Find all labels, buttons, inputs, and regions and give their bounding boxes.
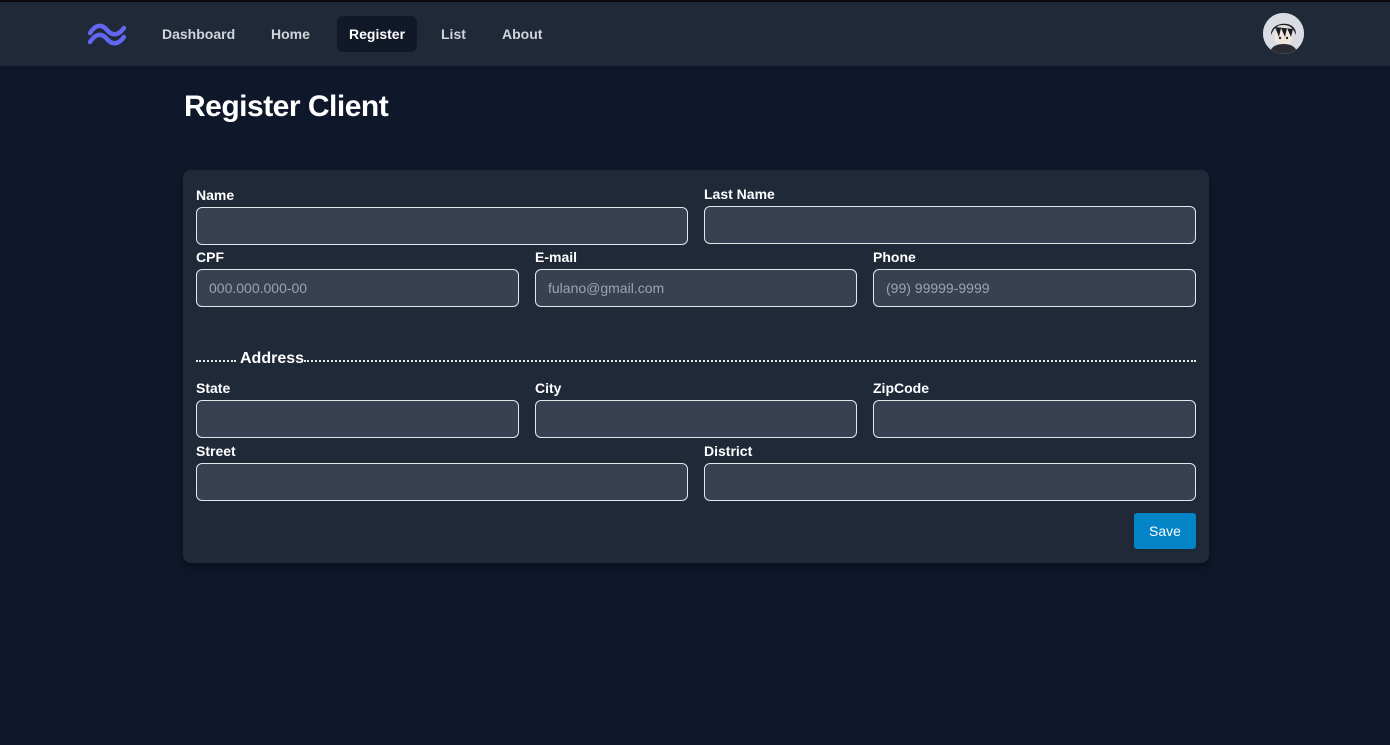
zipcode-input[interactable] [873, 400, 1196, 438]
last-name-input[interactable] [704, 206, 1196, 244]
page-title: Register Client [184, 90, 389, 123]
register-client-form: Name Last Name CPF E-mail Phone Address … [183, 170, 1209, 563]
cpf-input[interactable] [196, 269, 519, 307]
nav-link-list[interactable]: List [429, 16, 478, 52]
last-name-label: Last Name [704, 186, 775, 202]
city-input[interactable] [535, 400, 857, 438]
cpf-label: CPF [196, 249, 224, 265]
tailwind-logo-icon[interactable] [88, 22, 126, 48]
district-label: District [704, 443, 753, 459]
nav-link-home[interactable]: Home [259, 16, 322, 52]
zipcode-label: ZipCode [873, 380, 929, 396]
phone-label: Phone [873, 249, 916, 265]
email-input[interactable] [535, 269, 857, 307]
street-input[interactable] [196, 463, 688, 501]
state-input[interactable] [196, 400, 519, 438]
email-label: E-mail [535, 249, 578, 265]
phone-input[interactable] [873, 269, 1196, 307]
address-divider-left [196, 360, 236, 362]
nav-link-dashboard[interactable]: Dashboard [150, 16, 247, 52]
user-avatar[interactable] [1263, 13, 1304, 54]
name-input[interactable] [196, 207, 688, 245]
state-label: State [196, 380, 231, 396]
nav-link-about[interactable]: About [490, 16, 554, 52]
nav-link-register[interactable]: Register [337, 16, 418, 52]
top-navbar: Dashboard Home Register List About [0, 2, 1390, 66]
address-section-title: Address [240, 350, 305, 367]
address-divider-right [304, 360, 1196, 362]
save-button[interactable]: Save [1134, 513, 1196, 549]
district-input[interactable] [704, 463, 1196, 501]
street-label: Street [196, 443, 236, 459]
name-label: Name [196, 187, 235, 203]
avatar-image [1263, 13, 1304, 54]
city-label: City [535, 380, 562, 396]
